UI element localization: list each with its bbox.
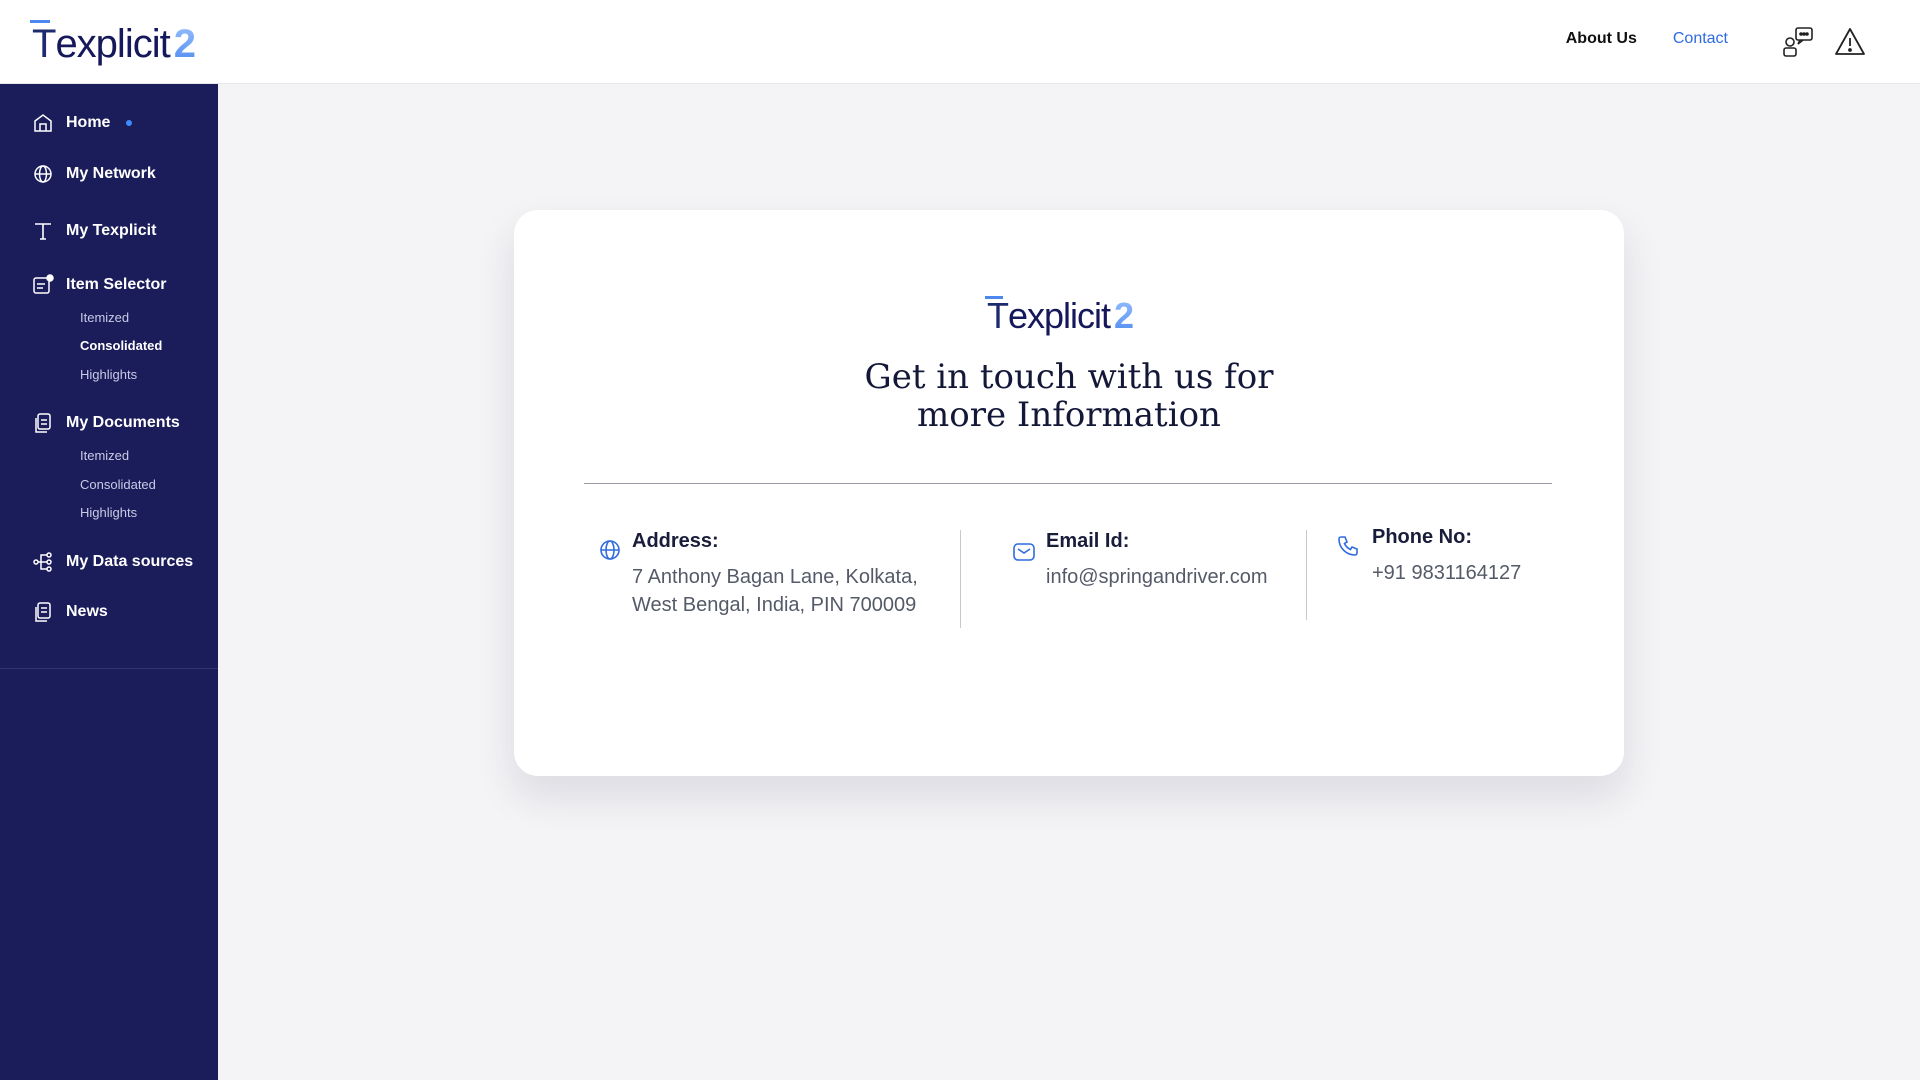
sidebar-item-label: News: [66, 603, 108, 620]
logo-word: explicit: [1008, 295, 1111, 336]
email-title: Email Id:: [1046, 530, 1130, 552]
logo-version: 2: [173, 22, 196, 66]
sidebar-item-item-selector[interactable]: Item Selector: [32, 274, 166, 296]
top-nav: About Us Contact: [1566, 30, 1728, 48]
contact-card: T explicit 2 Get in touch with us for mo…: [514, 210, 1624, 776]
sidebar-item-home[interactable]: Home: [32, 112, 133, 134]
mail-icon: [1013, 543, 1035, 561]
sidebar-item-label: Item Selector: [66, 276, 167, 293]
data-sources-icon: [33, 552, 52, 572]
phone-value[interactable]: +91 9831164127: [1372, 559, 1572, 587]
sidebar-item-label: My Texplicit: [66, 222, 157, 239]
address-block: Address: 7 Anthony Bagan Lane, Kolkata, …: [632, 530, 932, 619]
card-divider: [584, 483, 1552, 484]
phone-block: Phone No: +91 9831164127: [1372, 526, 1572, 587]
home-icon: [34, 114, 52, 132]
email-block: Email Id: info@springandriver.com: [1046, 530, 1306, 591]
alert-icon[interactable]: [1832, 24, 1868, 60]
sidebar-item-label: My Documents: [66, 414, 180, 431]
sidebar-divider: [0, 668, 218, 669]
text-t-icon: [35, 223, 51, 240]
card-texplicit-logo: T explicit 2: [985, 290, 1134, 338]
sub-item-highlights[interactable]: Highlights: [80, 505, 137, 520]
sidebar-item-news[interactable]: News: [32, 601, 108, 623]
address-title: Address:: [632, 530, 719, 552]
logo-version: 2: [1114, 295, 1134, 336]
top-header: T explicit 2 About Us Contact: [0, 0, 1920, 84]
email-value[interactable]: info@springandriver.com: [1046, 563, 1306, 591]
contact-heading: Get in touch with us for more Informatio…: [514, 358, 1624, 434]
sidebar-item-my-data-sources[interactable]: My Data sources: [32, 551, 193, 573]
news-icon: [35, 602, 51, 622]
logo-letter: T: [987, 295, 1009, 336]
sub-item-itemized[interactable]: Itemized: [80, 310, 129, 325]
heading-line-2: more Information: [917, 395, 1221, 435]
sidebar-item-label: My Network: [66, 165, 156, 182]
globe-icon: [34, 165, 52, 183]
phone-icon: [1338, 536, 1358, 556]
nav-about-us[interactable]: About Us: [1566, 30, 1637, 48]
sidebar: Home My Network My Texplicit Item Select…: [0, 84, 218, 1080]
logo-accent-bar: [30, 20, 50, 23]
sub-item-itemized[interactable]: Itemized: [80, 448, 129, 463]
active-indicator: [126, 120, 133, 126]
sidebar-item-my-network[interactable]: My Network: [32, 163, 156, 185]
sidebar-item-my-documents[interactable]: My Documents: [32, 412, 180, 434]
heading-line-1: Get in touch with us for: [864, 357, 1274, 397]
logo-word: explicit: [55, 22, 170, 66]
logo-letter: T: [32, 22, 56, 66]
texplicit-logo[interactable]: T explicit 2: [30, 14, 196, 68]
sidebar-item-label: Home: [66, 114, 111, 131]
address-line-1: 7 Anthony Bagan Lane, Kolkata,: [632, 566, 918, 588]
support-chat-icon[interactable]: [1780, 24, 1816, 60]
logo-accent-bar: [985, 296, 1003, 299]
globe-icon: [600, 540, 620, 560]
address-line-2: West Bengal, India, PIN 700009: [632, 594, 917, 616]
documents-icon: [35, 413, 51, 433]
sub-item-highlights[interactable]: Highlights: [80, 367, 137, 382]
sub-item-consolidated[interactable]: Consolidated: [80, 338, 162, 353]
column-separator: [960, 530, 961, 628]
sidebar-item-label: My Data sources: [66, 553, 194, 570]
sub-item-consolidated[interactable]: Consolidated: [80, 477, 156, 492]
selector-icon: [33, 274, 54, 294]
column-separator: [1306, 530, 1307, 620]
nav-contact[interactable]: Contact: [1673, 30, 1728, 48]
sidebar-item-my-texplicit[interactable]: My Texplicit: [32, 220, 156, 242]
phone-title: Phone No:: [1372, 526, 1472, 548]
